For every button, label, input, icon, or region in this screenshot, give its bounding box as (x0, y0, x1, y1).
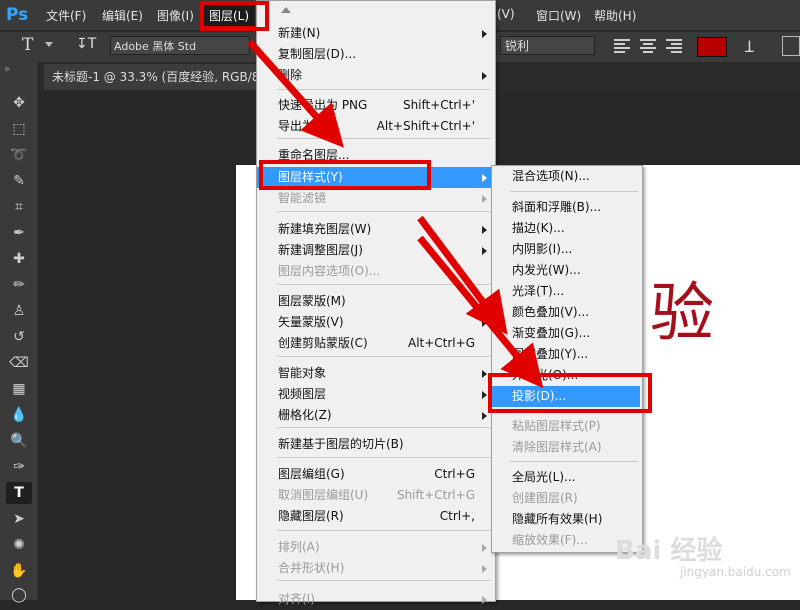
arrow-to-layer-style (247, 39, 344, 148)
arrow-to-submenu (417, 215, 508, 335)
arrow-to-drop-shadow (417, 235, 544, 389)
annotation-arrows (247, 39, 544, 389)
watermark-logo: Bai 经验 (615, 536, 723, 566)
watermark-url: jingyan.baidu.com (680, 565, 791, 579)
